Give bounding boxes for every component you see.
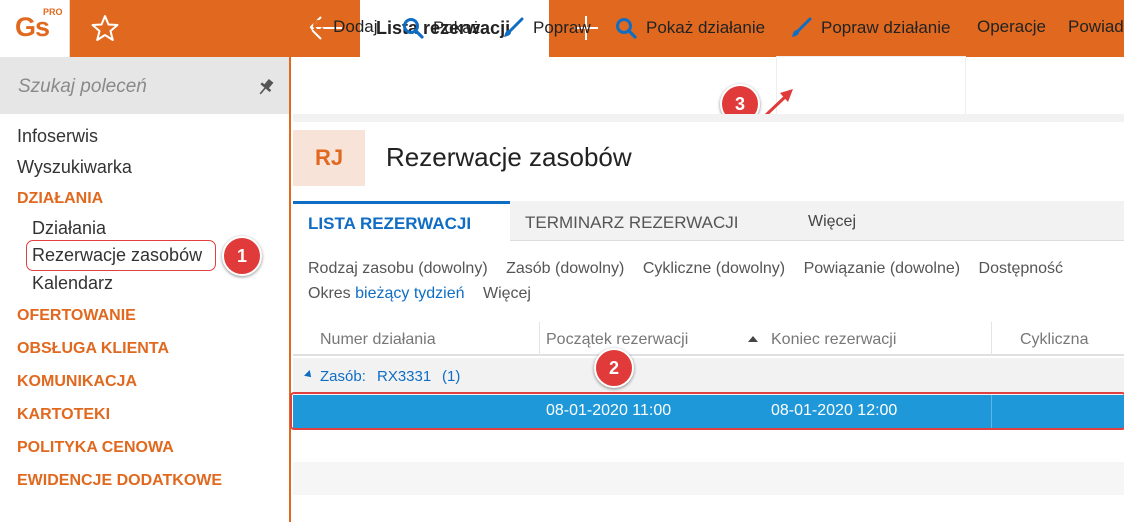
edit-button-label: Popraw — [533, 18, 591, 37]
show-button-label: Pokaż — [433, 18, 481, 37]
tab-more[interactable]: Więcej — [808, 213, 856, 231]
brush-icon — [792, 17, 812, 37]
sidebar-item-wyszukiwarka[interactable]: Wyszukiwarka — [17, 157, 132, 178]
magnifier-icon — [403, 18, 424, 39]
page-title: Rezerwacje zasobów — [386, 142, 632, 172]
tab-label: LISTA REZERWACJI — [308, 214, 472, 233]
show-action-button[interactable]: Pokaż działanie — [615, 17, 765, 39]
table-row-empty — [293, 462, 1124, 495]
notifications-button-label: Powiad — [1068, 17, 1124, 36]
add-button-label: Dodaj — [333, 17, 378, 36]
add-button[interactable]: RC Dodaj — [301, 17, 378, 37]
show-button[interactable]: Pokaż — [402, 17, 480, 39]
filter-more-link[interactable]: Więcej — [483, 285, 531, 302]
view-tabs: LISTA REZERWACJI TERMINARZ REZERWACJI Wi… — [293, 201, 1124, 242]
annotation-highlight-rezerwacje — [26, 240, 216, 271]
filter-okres-label[interactable]: Okres — [308, 285, 351, 302]
annotation-badge-2: 2 — [594, 348, 634, 388]
operations-button-label: Operacje — [977, 17, 1046, 36]
tab-terminarz-rezerwacji[interactable]: TERMINARZ REZERWACJI — [525, 213, 738, 233]
filters-row-2: Okres bieżący tydzień Więcej — [308, 285, 531, 303]
group-count: (1) — [442, 368, 461, 385]
star-icon[interactable] — [90, 13, 120, 43]
sidebar-item-dzialania[interactable]: Działania — [32, 218, 106, 239]
search-placeholder: Szukaj poleceń — [18, 76, 147, 97]
notifications-button[interactable]: Powiad — [1068, 17, 1124, 37]
column-header-numer[interactable]: Numer działania — [320, 331, 436, 349]
pin-icon[interactable] — [256, 77, 276, 97]
column-header-poczatek[interactable]: Początek rezerwacji — [546, 331, 688, 349]
content-area — [293, 114, 1124, 522]
sidebar-section-kartoteki[interactable]: KARTOTEKI — [17, 406, 110, 424]
column-separator[interactable] — [991, 322, 992, 356]
filter-dostepnosc[interactable]: Dostępność — [979, 260, 1064, 277]
filter-okres-value[interactable]: bieżący tydzień — [355, 285, 464, 302]
edit-action-button-label: Popraw działanie — [821, 18, 951, 37]
column-separator[interactable] — [539, 322, 540, 356]
module-badge: RJ — [293, 130, 365, 186]
sidebar-section-polityka-cenowa[interactable]: POLITYKA CENOWA — [17, 439, 174, 457]
annotation-highlight-row — [290, 392, 1124, 430]
filter-rodzaj-zasobu[interactable]: Rodzaj zasobu (dowolny) — [308, 260, 488, 277]
sidebar-section-ewidencje-dodatkowe[interactable]: EWIDENCJE DODATKOWE — [17, 472, 222, 490]
edit-button[interactable]: Popraw — [502, 17, 591, 39]
collapse-triangle-icon[interactable] — [304, 370, 314, 380]
edit-action-button[interactable]: Popraw działanie — [790, 17, 950, 39]
group-row[interactable]: Zasób: RX3331 (1) — [293, 358, 1124, 395]
command-search-input[interactable]: Szukaj poleceń — [0, 57, 289, 114]
filter-zasob[interactable]: Zasób (dowolny) — [506, 260, 624, 277]
group-value: RX3331 — [377, 368, 432, 385]
column-header-cykliczna[interactable]: Cykliczna — [1020, 331, 1088, 349]
toolbar — [293, 57, 1124, 114]
sidebar-item-kalendarz[interactable]: Kalendarz — [32, 273, 113, 294]
sidebar-section-komunikacja[interactable]: KOMUNIKACJA — [17, 373, 137, 391]
sidebar-section-ofertowanie[interactable]: OFERTOWANIE — [17, 307, 136, 325]
column-header-koniec[interactable]: Koniec rezerwacji — [771, 331, 896, 349]
content-top-strip — [293, 114, 1124, 122]
show-action-button-label: Pokaż działanie — [646, 18, 766, 37]
filter-cykliczne[interactable]: Cykliczne (dowolny) — [643, 260, 785, 277]
table-header: Numer działania Początek rezerwacji Koni… — [293, 322, 1124, 356]
app-logo[interactable]: Gs PRO — [0, 0, 70, 57]
sort-ascending-icon — [748, 336, 758, 342]
tab-lista-rezerwacji-view[interactable]: LISTA REZERWACJI — [293, 201, 510, 242]
group-label: Zasób: — [320, 368, 366, 385]
filters-row: Rodzaj zasobu (dowolny) Zasób (dowolny) … — [308, 260, 1077, 278]
brush-icon — [504, 17, 524, 37]
sidebar-section-dzialania[interactable]: DZIAŁANIA — [17, 190, 103, 208]
toolbar-highlight — [777, 57, 965, 114]
annotation-badge-1: 1 — [222, 236, 262, 276]
magnifier-icon — [616, 18, 637, 39]
operations-button[interactable]: Operacje — [977, 17, 1046, 37]
filter-powiazanie[interactable]: Powiązanie (dowolne) — [804, 260, 961, 277]
sidebar-section-obsluga-klienta[interactable]: OBSŁUGA KLIENTA — [17, 340, 169, 358]
sidebar-item-infoserwis[interactable]: Infoserwis — [17, 126, 98, 147]
logo-superscript: PRO — [43, 7, 63, 17]
rc-icon: RC — [301, 18, 325, 35]
